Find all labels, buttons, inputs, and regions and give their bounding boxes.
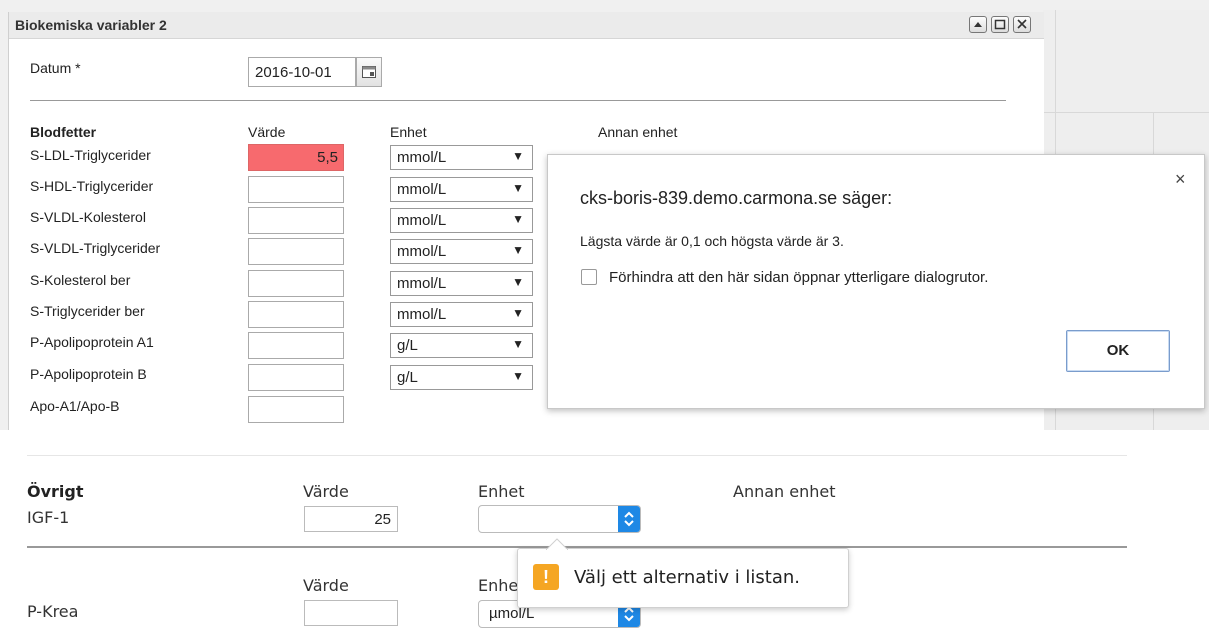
- row-label-igf-1: IGF-1: [27, 508, 70, 527]
- row-label-apo-a1-apo-b: Apo-A1/Apo-B: [30, 398, 120, 414]
- value-input-s-triglycerider-ber[interactable]: [248, 301, 344, 328]
- column-header-value: Värde: [303, 482, 349, 501]
- dropdown-arrow-icon: ▼: [512, 337, 524, 351]
- unit-select-p-apolipoprotein-a1[interactable]: g/L ▼: [390, 333, 533, 358]
- date-label: Datum *: [30, 60, 81, 76]
- value-input-s-hdl-triglycerider[interactable]: [248, 176, 344, 203]
- window-titlebar: Biokemiska variabler 2: [9, 12, 1044, 39]
- dropdown-arrow-icon: ▼: [512, 149, 524, 163]
- date-input[interactable]: 2016-10-01: [248, 57, 356, 87]
- dialog-title: cks-boris-839.demo.carmona.se säger:: [580, 188, 893, 208]
- value-input-s-kolesterol-ber[interactable]: [248, 270, 344, 297]
- validation-tooltip: ! Välj ett alternativ i listan.: [517, 538, 849, 608]
- unit-select-s-hdl-triglycerider[interactable]: mmol/L ▼: [390, 177, 533, 202]
- dropdown-arrow-icon: ▼: [512, 306, 524, 320]
- alert-dialog: × cks-boris-839.demo.carmona.se säger: L…: [547, 154, 1205, 409]
- unit-select-igf-1[interactable]: [478, 505, 641, 533]
- calendar-button[interactable]: [356, 57, 382, 87]
- unit-select-p-apolipoprotein-b[interactable]: g/L ▼: [390, 365, 533, 390]
- dialog-message: Lägsta värde är 0,1 och högsta värde är …: [580, 233, 844, 249]
- column-header-unit: Enhet: [478, 482, 525, 501]
- unit-select-s-kolesterol-ber[interactable]: mmol/L ▼: [390, 271, 533, 296]
- dropdown-arrow-icon: ▼: [512, 369, 524, 383]
- dropdown-arrow-icon: ▼: [512, 212, 524, 226]
- unit-select-s-vldl-kolesterol[interactable]: mmol/L ▼: [390, 208, 533, 233]
- close-icon: [1017, 19, 1027, 29]
- row-label-s-triglycerider-ber: S-Triglycerider ber: [30, 303, 145, 319]
- tooltip-pointer: [546, 538, 568, 550]
- column-header-unit: Enhe: [478, 576, 519, 595]
- column-header-unit: Enhet: [390, 124, 427, 140]
- row-label-s-kolesterol-ber: S-Kolesterol ber: [30, 272, 131, 288]
- value-input-s-vldl-kolesterol[interactable]: [248, 207, 344, 234]
- window-close-button[interactable]: [1013, 16, 1031, 33]
- maximize-button[interactable]: [991, 16, 1009, 33]
- select-spinner-icon: [618, 506, 640, 532]
- square-icon: [994, 19, 1006, 30]
- dropdown-arrow-icon: ▼: [512, 243, 524, 257]
- dropdown-arrow-icon: ▼: [512, 275, 524, 289]
- value-input-s-ldl-triglycerider[interactable]: 5,5: [248, 144, 344, 171]
- section-heading-ovrigt: Övrigt: [27, 482, 84, 501]
- unit-select-s-triglycerider-ber[interactable]: mmol/L ▼: [390, 302, 533, 327]
- divider: [30, 100, 1006, 101]
- row-label-s-hdl-triglycerider: S-HDL-Triglycerider: [30, 178, 154, 194]
- value-input-igf-1[interactable]: 25: [304, 506, 398, 532]
- value-input-s-vldl-triglycerider[interactable]: [248, 238, 344, 265]
- row-label-p-krea: P-Krea: [27, 602, 79, 621]
- value-input-p-krea[interactable]: [304, 600, 398, 626]
- tooltip-text: Välj ett alternativ i listan.: [574, 567, 801, 588]
- row-label-s-vldl-kolesterol: S-VLDL-Kolesterol: [30, 209, 146, 225]
- suppress-dialogs-checkbox[interactable]: [581, 269, 597, 285]
- calendar-icon: [362, 66, 376, 78]
- value-input-p-apolipoprotein-a1[interactable]: [248, 332, 344, 359]
- unit-select-s-ldl-triglycerider[interactable]: mmol/L ▼: [390, 145, 533, 170]
- section-heading-blodfetter: Blodfetter: [30, 124, 97, 140]
- minimize-button[interactable]: [969, 16, 987, 33]
- row-label-p-apolipoprotein-b: P-Apolipoprotein B: [30, 366, 147, 382]
- unit-select-s-vldl-triglycerider[interactable]: mmol/L ▼: [390, 239, 533, 264]
- triangle-up-icon: [974, 22, 982, 27]
- window-title: Biokemiska variabler 2: [15, 17, 167, 33]
- column-header-value: Värde: [248, 124, 286, 140]
- row-label-s-vldl-triglycerider: S-VLDL-Triglycerider: [30, 240, 161, 256]
- divider: [27, 455, 1127, 456]
- dropdown-arrow-icon: ▼: [512, 181, 524, 195]
- suppress-dialogs-label[interactable]: Förhindra att den här sidan öppnar ytter…: [609, 269, 988, 286]
- row-label-p-apolipoprotein-a1: P-Apolipoprotein A1: [30, 334, 154, 350]
- dialog-close-icon[interactable]: ×: [1175, 169, 1186, 190]
- value-input-p-apolipoprotein-b[interactable]: [248, 364, 344, 391]
- column-header-other-unit: Annan enhet: [598, 124, 678, 140]
- row-label-s-ldl-triglycerider: S-LDL-Triglycerider: [30, 147, 151, 163]
- value-input-apo-a1-apo-b[interactable]: [248, 396, 344, 423]
- warning-icon: !: [533, 564, 559, 590]
- column-header-value: Värde: [303, 576, 349, 595]
- column-header-other-unit: Annan enhet: [733, 482, 836, 501]
- ok-button[interactable]: OK: [1066, 330, 1170, 372]
